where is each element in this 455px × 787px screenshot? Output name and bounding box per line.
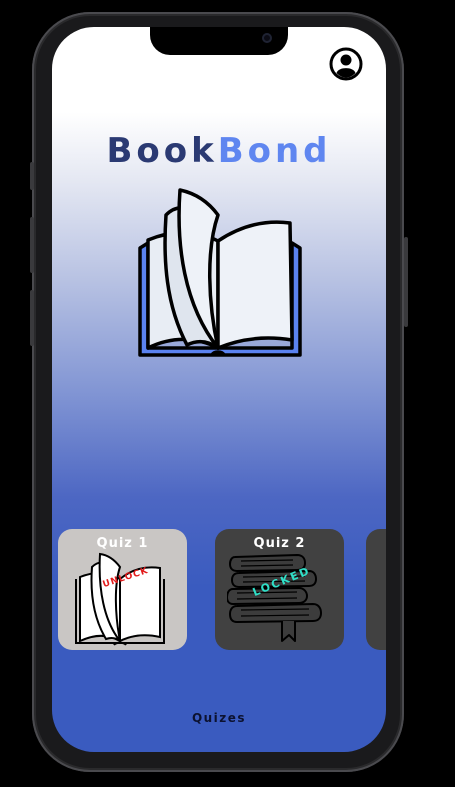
quiz-card-3[interactable] xyxy=(366,529,386,650)
app-title: BookBond xyxy=(52,131,386,171)
app-screen: BookBond Quiz 1 UNLOCK Quiz 2 LOCKED Qui… xyxy=(52,27,386,752)
quiz-card-2[interactable]: Quiz 2 LOCKED xyxy=(215,529,344,650)
app-title-part1: Book xyxy=(106,131,218,171)
open-book-icon xyxy=(70,549,170,649)
phone-volume-up xyxy=(30,217,34,273)
phone-volume-down xyxy=(30,290,34,346)
quiz-card-1[interactable]: Quiz 1 UNLOCK xyxy=(58,529,187,650)
user-profile-icon[interactable] xyxy=(329,47,363,81)
phone-mute-switch xyxy=(30,162,34,190)
book-stack-icon xyxy=(226,549,327,649)
front-camera xyxy=(262,33,272,43)
quizes-nav-label[interactable]: Quizes xyxy=(52,711,386,725)
phone-power-button xyxy=(404,237,408,327)
phone-notch xyxy=(150,27,288,55)
open-book-icon xyxy=(132,185,306,361)
app-title-part2: Bond xyxy=(217,131,332,171)
